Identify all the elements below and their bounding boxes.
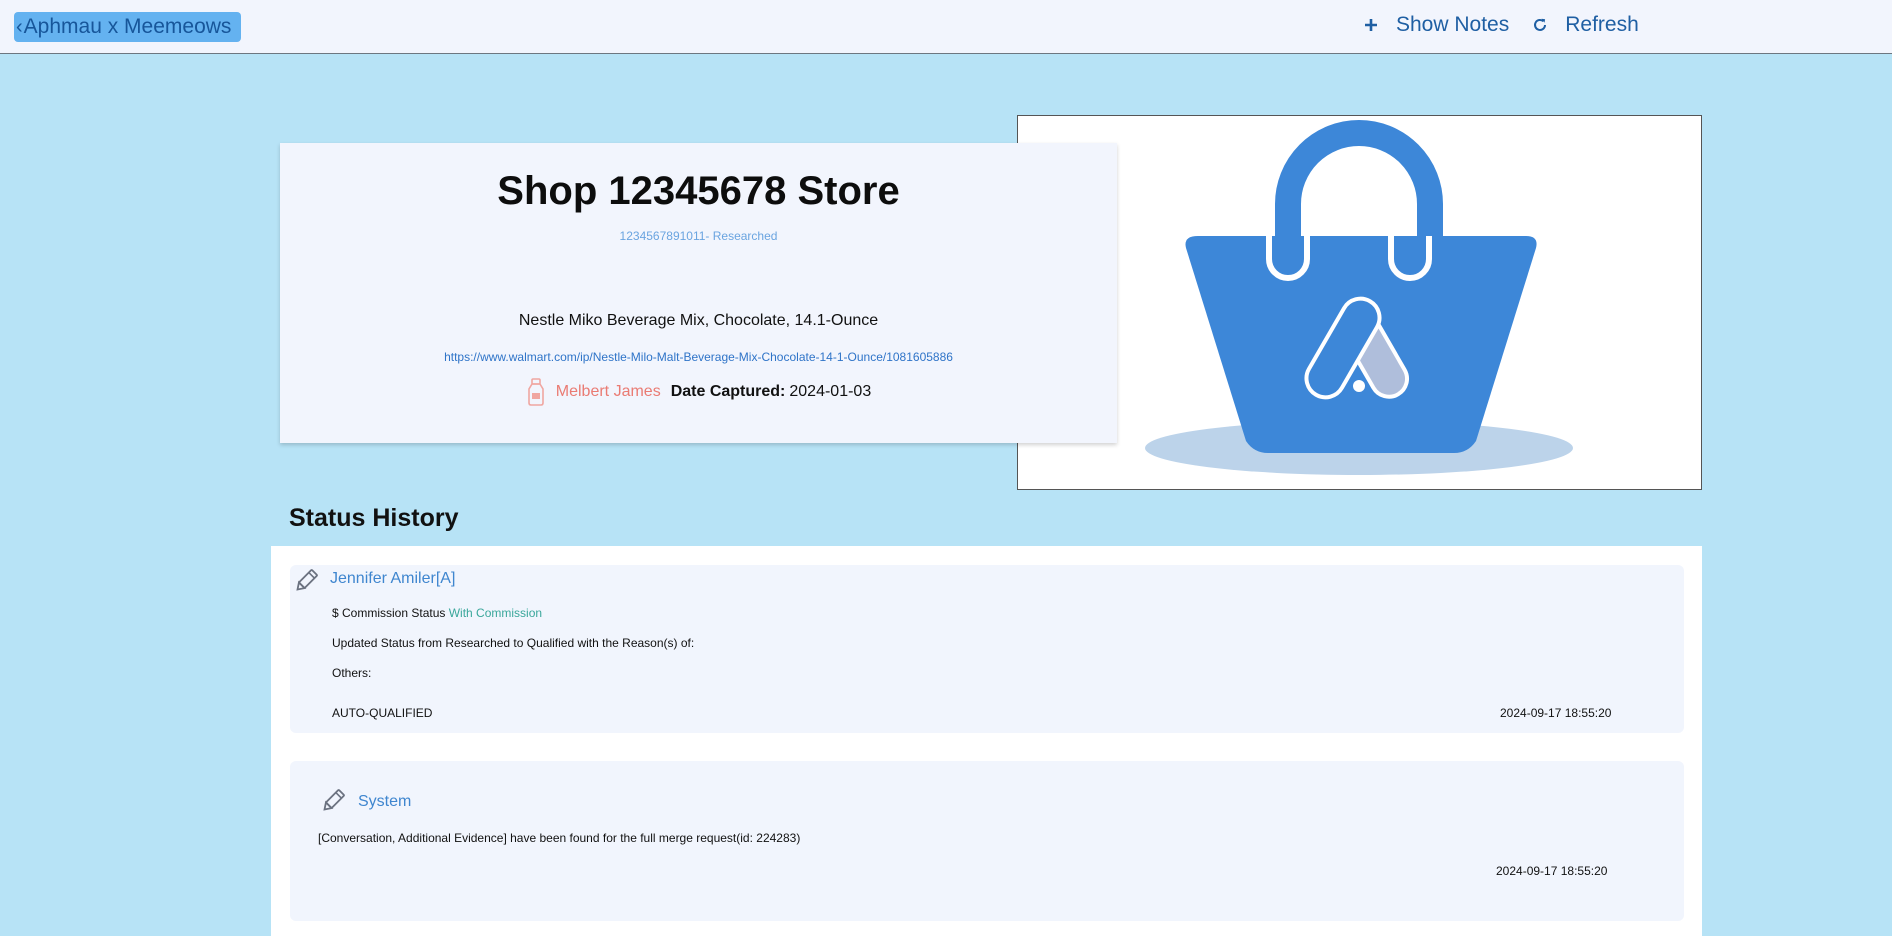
product-name: Nestle Miko Beverage Mix, Chocolate, 14.…	[518, 312, 879, 329]
refresh-icon	[1529, 14, 1551, 36]
top-bar: ‹ Aphmau x Meemeows Show Notes Refresh	[0, 0, 1892, 54]
product-url-link[interactable]: https://www.walmart.com/ip/Nestle-Milo-M…	[280, 350, 1117, 364]
product-image	[1017, 115, 1702, 490]
bottle-icon	[527, 378, 544, 406]
pencil-icon	[296, 569, 318, 591]
history-author[interactable]: Jennifer Amiler[A]	[330, 570, 455, 588]
shop-subtitle: 1234567891011- Researched	[619, 229, 778, 243]
date-captured-label: Date Captured:	[670, 383, 786, 400]
date-captured-value: 2024-01-03	[789, 383, 872, 400]
capture-info: Melbert James Date Captured: 2024-01-03	[280, 378, 1117, 406]
history-message: [Conversation, Additional Evidence] have…	[318, 831, 801, 845]
history-timestamp: 2024-09-17 18:55:20	[1496, 864, 1608, 878]
status-history-panel: Jennifer Amiler[A] $ Commission Status W…	[271, 546, 1702, 936]
shop-info-card: Shop 12345678 Store 1234567891011- Resea…	[280, 143, 1117, 443]
commission-status-value: With Commission	[448, 606, 543, 620]
back-button[interactable]: ‹ Aphmau x Meemeows	[14, 12, 242, 42]
commission-status: $ Commission Status With Commission	[332, 606, 542, 620]
captured-by-user[interactable]: Melbert James	[556, 383, 661, 401]
history-author[interactable]: System	[358, 793, 411, 811]
reason-text: AUTO-QUALIFIED	[332, 706, 433, 720]
history-timestamp: 2024-09-17 18:55:20	[1500, 706, 1612, 720]
refresh-label: Refresh	[1565, 13, 1639, 36]
chevron-left-icon: ‹	[16, 16, 23, 38]
history-entry: System [Conversation, Additional Evidenc…	[290, 761, 1684, 921]
back-button-label: Aphmau x Meemeows	[23, 15, 232, 38]
show-notes-label: Show Notes	[1396, 13, 1510, 36]
pencil-icon	[323, 789, 345, 811]
status-update-text: Updated Status from Researched to Qualif…	[332, 636, 695, 650]
plus-icon	[1360, 14, 1382, 36]
header-actions: Show Notes Refresh	[1360, 13, 1659, 37]
others-label: Others:	[332, 666, 372, 680]
shop-title: Shop 12345678 Store	[497, 169, 900, 213]
history-entry: Jennifer Amiler[A] $ Commission Status W…	[290, 565, 1684, 733]
commission-status-label: $ Commission Status	[332, 606, 446, 620]
show-notes-button[interactable]: Show Notes	[1360, 13, 1509, 37]
status-history-heading: Status History	[289, 504, 459, 532]
shopping-bag-logo	[1145, 120, 1573, 475]
refresh-button[interactable]: Refresh	[1529, 13, 1639, 37]
